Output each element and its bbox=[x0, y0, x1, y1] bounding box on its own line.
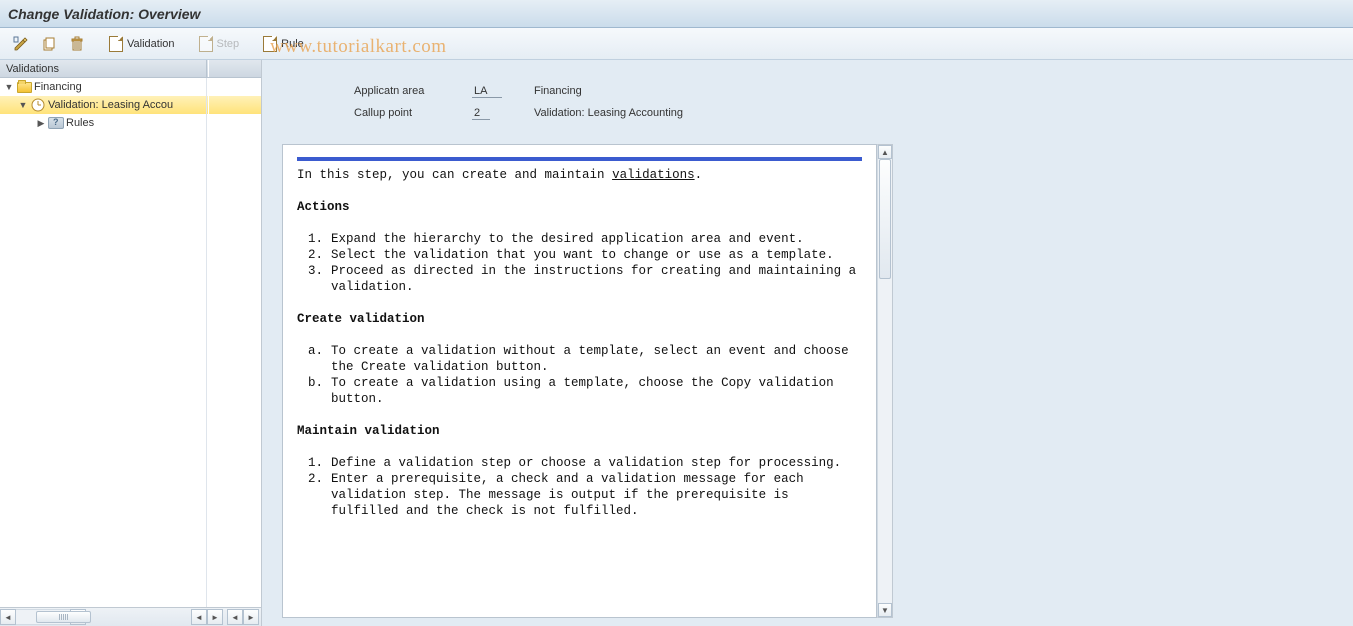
maintain-1: Define a validation step or choose a val… bbox=[331, 455, 862, 471]
scroll-right-icon[interactable]: ► bbox=[243, 609, 259, 625]
collapse-icon[interactable]: ▼ bbox=[4, 82, 14, 92]
expand-icon[interactable]: ▶ bbox=[36, 118, 46, 128]
doc-vscroll[interactable]: ▲ ▼ bbox=[877, 144, 893, 618]
step-label: Step bbox=[217, 38, 240, 50]
actions-list: 1.Expand the hierarchy to the desired ap… bbox=[297, 231, 862, 295]
tree-header[interactable]: Validations bbox=[0, 60, 261, 78]
display-change-icon[interactable] bbox=[8, 33, 34, 55]
document-icon bbox=[199, 36, 213, 52]
step-button: Step bbox=[194, 33, 245, 55]
create-b: To create a validation using a template,… bbox=[331, 375, 862, 407]
doc-wrap: In this step, you can create and maintai… bbox=[282, 144, 1333, 618]
action-2: Select the validation that you want to c… bbox=[331, 247, 862, 263]
document-icon bbox=[109, 36, 123, 52]
tree-mini-hscroll: ◄ ► bbox=[171, 609, 225, 625]
tree-header-label: Validations bbox=[6, 63, 59, 75]
doc-intro: In this step, you can create and maintai… bbox=[297, 167, 862, 183]
doc-frame: In this step, you can create and maintai… bbox=[282, 144, 877, 618]
form-area: Applicatn area LA Financing Callup point… bbox=[282, 72, 1333, 140]
scroll-track[interactable] bbox=[16, 609, 70, 625]
document-icon bbox=[263, 36, 277, 52]
content-panel: Applicatn area LA Financing Callup point… bbox=[262, 60, 1353, 626]
tree-root[interactable]: ▼ Financing bbox=[0, 78, 261, 96]
form-row-callup: Callup point 2 Validation: Leasing Accou… bbox=[354, 102, 1315, 124]
scroll-left-icon[interactable]: ◄ bbox=[0, 609, 16, 625]
validation-button[interactable]: Validation bbox=[104, 33, 180, 55]
tree-hscroll[interactable]: ◄ ► bbox=[0, 609, 86, 625]
doc-accent bbox=[297, 157, 862, 161]
tree-body: ▼ Financing ▼ Validation: Leasing Accou … bbox=[0, 78, 261, 608]
tree-root-label: Financing bbox=[34, 81, 82, 93]
scroll-left-icon[interactable]: ◄ bbox=[191, 609, 207, 625]
vscroll-thumb[interactable] bbox=[879, 159, 891, 279]
toolbar: Validation Step Rule bbox=[0, 28, 1353, 60]
doc-content: In this step, you can create and maintai… bbox=[283, 145, 876, 531]
tree-rules[interactable]: ▶ Rules bbox=[0, 114, 261, 132]
validation-label: Validation bbox=[127, 38, 175, 50]
form-row-app: Applicatn area LA Financing bbox=[354, 80, 1315, 102]
scroll-right-icon[interactable]: ► bbox=[207, 609, 223, 625]
scroll-up-icon[interactable]: ▲ bbox=[878, 145, 892, 159]
tree-hscroll-row: ◄ ► ◄ ► ◄ ► bbox=[0, 608, 261, 626]
callup-desc: Validation: Leasing Accounting bbox=[534, 107, 683, 119]
page-title: Change Validation: Overview bbox=[8, 6, 200, 22]
collapse-icon[interactable]: ▼ bbox=[18, 100, 28, 110]
tree-panel: Validations ▼ Financing ▼ Validation: Le… bbox=[0, 60, 262, 626]
maintain-2: Enter a prerequisite, a check and a vali… bbox=[331, 471, 862, 519]
maintain-list: 1.Define a validation step or choose a v… bbox=[297, 455, 862, 519]
scroll-down-icon[interactable]: ▼ bbox=[878, 603, 892, 617]
h-create: Create validation bbox=[297, 311, 862, 327]
title-bar: Change Validation: Overview bbox=[0, 0, 1353, 28]
create-a: To create a validation without a templat… bbox=[331, 343, 862, 375]
app-area-value: LA bbox=[472, 85, 502, 98]
action-3: Proceed as directed in the instructions … bbox=[331, 263, 862, 295]
scroll-left-icon[interactable]: ◄ bbox=[227, 609, 243, 625]
tree-selected[interactable]: ▼ Validation: Leasing Accou bbox=[0, 96, 261, 114]
tree-selected-label: Validation: Leasing Accou bbox=[48, 99, 173, 111]
callup-label: Callup point bbox=[354, 107, 472, 119]
main-area: Validations ▼ Financing ▼ Validation: Le… bbox=[0, 60, 1353, 626]
vscroll-track[interactable] bbox=[878, 159, 892, 603]
h-maintain: Maintain validation bbox=[297, 423, 862, 439]
action-1: Expand the hierarchy to the desired appl… bbox=[331, 231, 862, 247]
tree-rules-label: Rules bbox=[66, 117, 94, 129]
folder-open-icon bbox=[16, 80, 32, 94]
validations-link[interactable]: validations bbox=[612, 168, 695, 182]
delete-icon[interactable] bbox=[64, 33, 90, 55]
app-area-label: Applicatn area bbox=[354, 85, 472, 97]
callup-value: 2 bbox=[472, 107, 490, 120]
create-list: a.To create a validation without a templ… bbox=[297, 343, 862, 407]
rules-icon bbox=[48, 116, 64, 130]
h-actions: Actions bbox=[297, 199, 862, 215]
rule-button[interactable]: Rule bbox=[258, 33, 309, 55]
app-area-desc: Financing bbox=[534, 85, 582, 97]
copy-icon[interactable] bbox=[36, 33, 62, 55]
clock-icon bbox=[30, 98, 46, 112]
rule-label: Rule bbox=[281, 38, 304, 50]
scroll-thumb[interactable] bbox=[36, 611, 91, 623]
tree-mini-hscroll-2: ◄ ► bbox=[225, 609, 261, 625]
